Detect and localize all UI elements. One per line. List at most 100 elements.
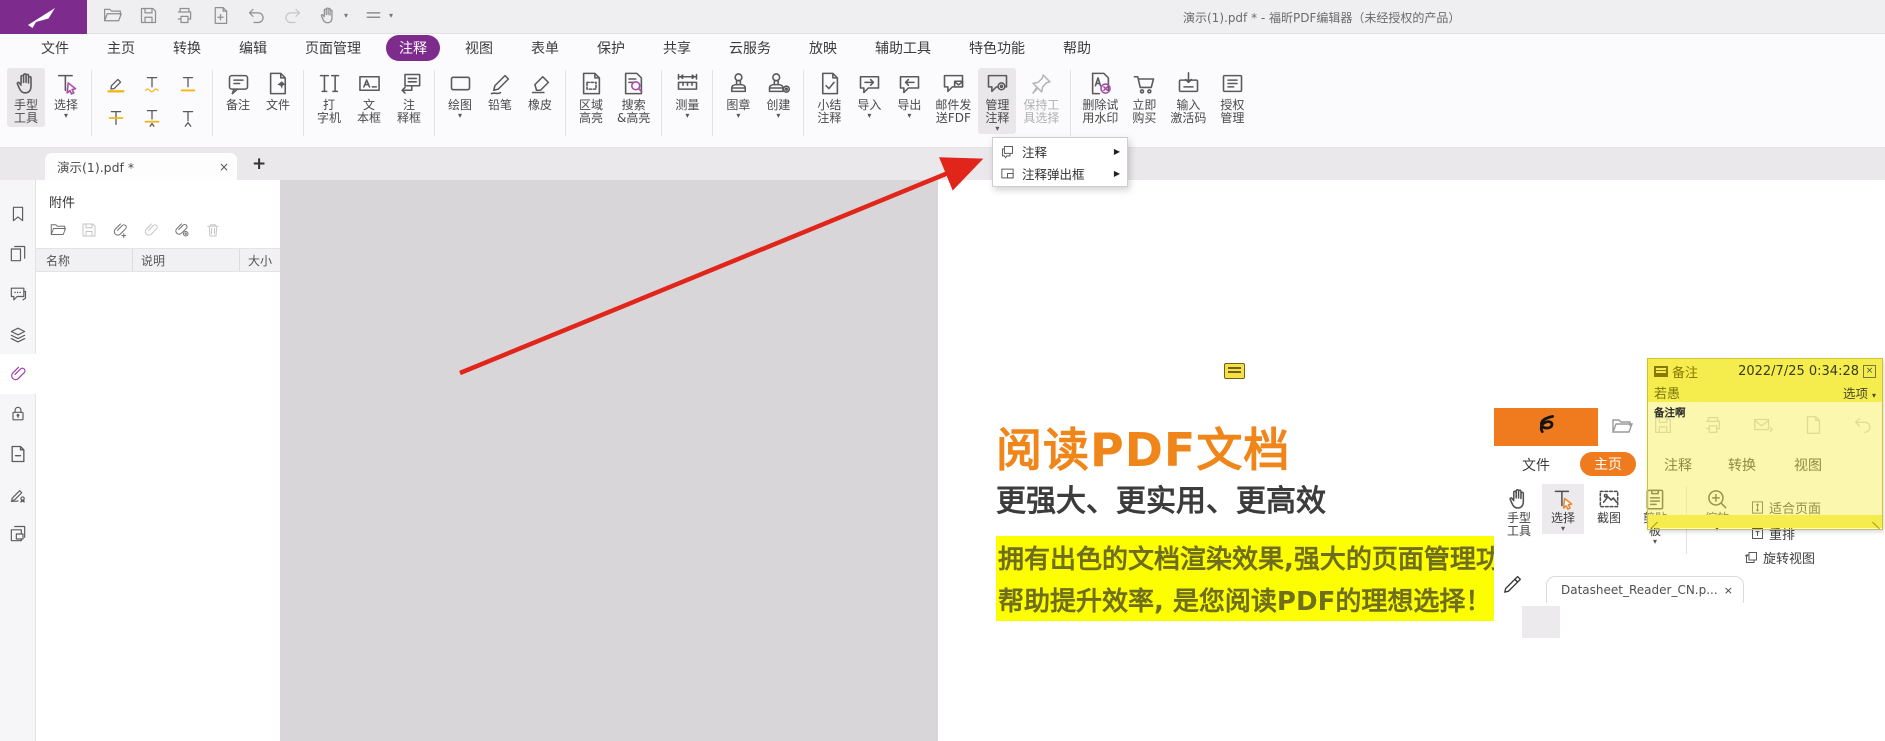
open-file-icon[interactable] [102,5,123,26]
menu-tab-帮助[interactable]: 帮助 [1050,35,1104,61]
tab-close-icon[interactable]: × [219,160,229,174]
menu-tab-特色功能[interactable]: 特色功能 [956,35,1038,61]
column-description[interactable]: 说明 [133,249,240,271]
hand-tool-button[interactable]: 手型 工具 [7,68,45,127]
add-attachment-icon[interactable] [111,221,129,239]
destinations-panel-icon[interactable] [0,434,36,474]
pages-panel-icon[interactable] [0,234,36,274]
reader-rotate-label: 旋转视图 [1763,552,1816,567]
column-name[interactable]: 名称 [36,249,133,271]
highlight-text-button[interactable] [100,70,132,98]
manage-comments-button[interactable]: 管理 注释 ▾ [978,68,1017,134]
layers-panel-icon[interactable] [0,314,36,354]
print-icon[interactable] [174,5,195,26]
buy-now-button[interactable]: 立即 购买 [1125,68,1163,127]
sticky-note-body[interactable]: 备注啊 [1648,402,1882,515]
new-document-icon[interactable] [210,5,231,26]
reader-snapshot-tool[interactable]: 截图 [1588,486,1630,525]
typewriter-button[interactable]: 打字机 [310,68,348,127]
menu-tab-云服务[interactable]: 云服务 [716,35,784,61]
comments-panel-icon[interactable] [0,274,36,314]
squiggly-underline-button[interactable] [136,70,168,98]
measure-icon [674,70,701,97]
underline-text-button[interactable] [172,70,204,98]
file-attachment-comment-button[interactable]: 文件 [259,68,297,114]
pdf-page[interactable]: 阅读PDF文档 更强大、更实用、更高效 拥有出色的文档渲染效果,强大的页面管理功… [938,180,1885,741]
reader-tab-home[interactable]: 主页 [1580,452,1636,476]
menu-tab-文件[interactable]: 文件 [28,35,82,61]
drawing-button[interactable]: 绘图 ▾ [441,68,479,121]
attachment-settings-icon[interactable] [173,221,191,239]
search-highlight-button[interactable]: 搜索 &高亮 [612,68,655,127]
column-size[interactable]: 大小 [240,249,280,271]
sticky-note-resize-strip[interactable] [1648,515,1882,528]
strikeout-text-button[interactable] [100,104,132,132]
reader-tab-close-icon[interactable]: × [1724,584,1733,597]
menu-tab-编辑[interactable]: 编辑 [226,35,280,61]
menu-tab-转换[interactable]: 转换 [160,35,214,61]
dropdown-item-comment[interactable]: 注释 ▶ [993,140,1127,162]
stamp-button[interactable]: 图章 ▾ [719,68,757,121]
security-panel-icon[interactable] [0,394,36,434]
import-comments-button[interactable]: 导入 ▾ [850,68,888,121]
keep-tool-selected-button[interactable]: 保持工 具选择 [1018,68,1064,127]
bookmarks-panel-icon[interactable] [0,194,36,234]
export-comments-button[interactable]: 导出 ▾ [890,68,928,121]
create-stamp-button[interactable]: 创建 ▾ [759,68,797,121]
undo-icon[interactable] [246,5,267,26]
menu-tab-辅助工具[interactable]: 辅助工具 [862,35,944,61]
attachment-icon[interactable] [142,221,160,239]
email-fdf-button[interactable]: 邮件发 送FDF [930,68,976,127]
menu-tab-主页[interactable]: 主页 [94,35,148,61]
menu-tab-表单[interactable]: 表单 [518,35,572,61]
area-highlight-button[interactable]: 区域 高亮 [572,68,610,127]
sticky-note-popup[interactable]: 备注 2022/7/25 0:34:28 × 若愚 选项 ▾ 备注啊 [1647,358,1883,530]
signature-panel-icon[interactable] [0,474,36,514]
hand-quick-icon[interactable] [318,5,339,26]
license-manage-button[interactable]: 授权 管理 [1213,68,1251,127]
delete-attachment-icon[interactable] [204,221,222,239]
eraser-button[interactable]: 橡皮 [521,68,559,114]
note-annotation-anchor-icon[interactable] [1224,363,1245,379]
stamp-icon [725,70,752,97]
new-tab-button[interactable]: + [252,154,266,174]
eraser-icon [527,70,554,97]
reader-hand-tool[interactable]: 手型工具 [1498,486,1540,538]
callout-button[interactable]: 注释框 [390,68,428,127]
save-icon[interactable] [138,5,159,26]
summarize-comments-button[interactable]: 小结 注释 [810,68,848,127]
attachments-panel-icon[interactable] [0,354,36,394]
select-tool-button[interactable]: 选择 ▾ [47,68,85,121]
enter-activation-code-button[interactable]: 输入 激活码 [1165,68,1211,127]
sticky-note-close-icon[interactable]: × [1863,365,1876,378]
measure-button[interactable]: 测量 ▾ [668,68,706,121]
replace-text-button[interactable] [136,104,168,132]
redo-icon[interactable] [282,5,303,26]
dropdown-item-comment-popup[interactable]: 注释弹出框 ▶ [993,162,1127,184]
document-canvas[interactable]: 阅读PDF文档 更强大、更实用、更高效 拥有出色的文档渲染效果,强大的页面管理功… [281,180,1885,741]
pencil-button[interactable]: 铅笔 [481,68,519,114]
fields-panel-icon[interactable] [0,514,36,554]
menu-tab-页面管理[interactable]: 页面管理 [292,35,374,61]
open-attachment-icon[interactable] [49,221,67,239]
menu-tab-保护[interactable]: 保护 [584,35,638,61]
reader-select-tool[interactable]: 选择 ▾ [1542,484,1584,534]
menu-tab-放映[interactable]: 放映 [796,35,850,61]
reader-document-tab[interactable]: Datasheet_Reader_CN.p... × [1546,576,1744,603]
remove-trial-watermark-button[interactable]: 删除试 用水印 [1077,68,1123,127]
reader-tab-file[interactable]: 文件 [1522,455,1550,475]
menu-tab-视图[interactable]: 视图 [452,35,506,61]
customize-toolbar-icon[interactable] [363,5,384,26]
delWm-icon [1087,70,1114,97]
textbox-button[interactable]: 文本框 [350,68,388,127]
note-comment-button[interactable]: 备注 [219,68,257,114]
reader-rotate-view[interactable]: 旋转视图 [1744,548,1815,567]
menu-tab-注释[interactable]: 注释 [386,35,440,61]
attachments-toolbar [49,221,280,239]
menu-tab-共享[interactable]: 共享 [650,35,704,61]
sticky-note-options[interactable]: 选项 ▾ [1843,383,1876,402]
caret-down-icon: ▾ [867,111,872,120]
document-tab[interactable]: 演示(1).pdf * × [45,153,237,180]
save-attachment-icon[interactable] [80,221,98,239]
insert-text-button[interactable] [172,104,204,132]
